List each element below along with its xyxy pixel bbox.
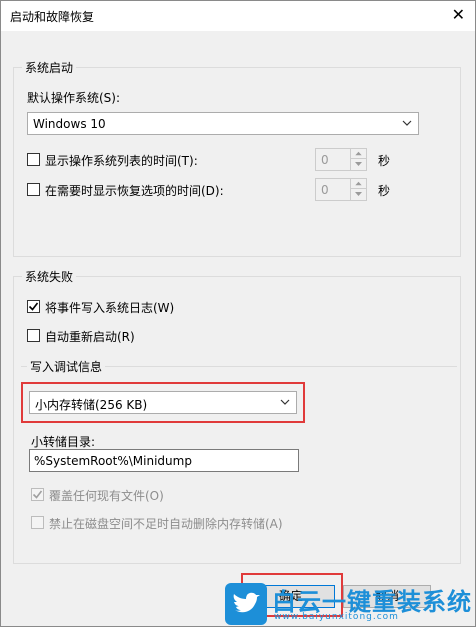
show-os-list-value: 0: [321, 153, 329, 167]
title-bar: 启动和故障恢复 ✕: [1, 1, 475, 31]
default-os-select[interactable]: Windows 10: [27, 112, 419, 135]
twitter-bird-icon: [225, 583, 267, 625]
close-icon[interactable]: ✕: [452, 6, 465, 24]
chevron-down-icon: [280, 399, 290, 405]
spin-up-icon[interactable]: [351, 149, 366, 159]
dump-dir-label: 小转储目录:: [31, 435, 96, 449]
show-os-list-label: 显示操作系统列表的时间(T):: [45, 154, 198, 168]
debug-info-group: 写入调试信息: [21, 358, 457, 375]
default-os-label: 默认操作系统(S):: [27, 91, 121, 105]
overwrite-checkbox[interactable]: [31, 488, 44, 501]
system-startup-legend: 系统启动: [22, 59, 77, 76]
debug-info-legend: 写入调试信息: [27, 358, 106, 375]
seconds-unit-1: 秒: [378, 154, 391, 168]
spin-down-icon[interactable]: [351, 189, 366, 199]
dump-dir-value: %SystemRoot%\Minidump: [34, 454, 192, 468]
show-os-list-spinner[interactable]: 0: [315, 148, 367, 171]
chevron-down-icon: [402, 120, 412, 126]
watermark: 白云一键重装系统 www.baiyunxitong.com: [220, 580, 476, 627]
auto-restart-checkbox[interactable]: [27, 329, 40, 342]
show-recovery-spinner[interactable]: 0: [315, 178, 367, 201]
startup-recovery-dialog: 启动和故障恢复 ✕ 系统启动 默认操作系统(S): Windows 10 显示操…: [0, 0, 476, 627]
window-title: 启动和故障恢复: [10, 10, 95, 24]
default-os-value: Windows 10: [33, 117, 106, 131]
write-event-checkbox[interactable]: [27, 300, 40, 313]
checkmark-icon: [32, 490, 43, 499]
auto-restart-label: 自动重新启动(R): [45, 330, 135, 344]
dump-dir-input[interactable]: %SystemRoot%\Minidump: [29, 449, 299, 472]
spin-up-icon[interactable]: [351, 179, 366, 189]
seconds-unit-2: 秒: [378, 184, 391, 198]
checkmark-icon: [28, 302, 39, 311]
show-recovery-checkbox[interactable]: [27, 183, 40, 196]
write-event-label: 将事件写入系统日志(W): [45, 301, 175, 315]
disable-auto-delete-checkbox[interactable]: [31, 516, 44, 529]
show-recovery-label: 在需要时显示恢复选项的时间(D):: [45, 184, 224, 198]
watermark-url: www.baiyunxitong.com: [274, 612, 399, 622]
dump-type-value: 小内存转储(256 KB): [35, 398, 148, 412]
system-failure-legend: 系统失败: [22, 268, 77, 285]
dump-type-select[interactable]: 小内存转储(256 KB): [29, 391, 297, 414]
overwrite-label: 覆盖任何现有文件(O): [49, 489, 164, 503]
disable-auto-delete-label: 禁止在磁盘空间不足时自动删除内存转储(A): [49, 517, 283, 531]
show-os-list-checkbox[interactable]: [27, 153, 40, 166]
show-recovery-value: 0: [321, 183, 329, 197]
spin-down-icon[interactable]: [351, 159, 366, 169]
